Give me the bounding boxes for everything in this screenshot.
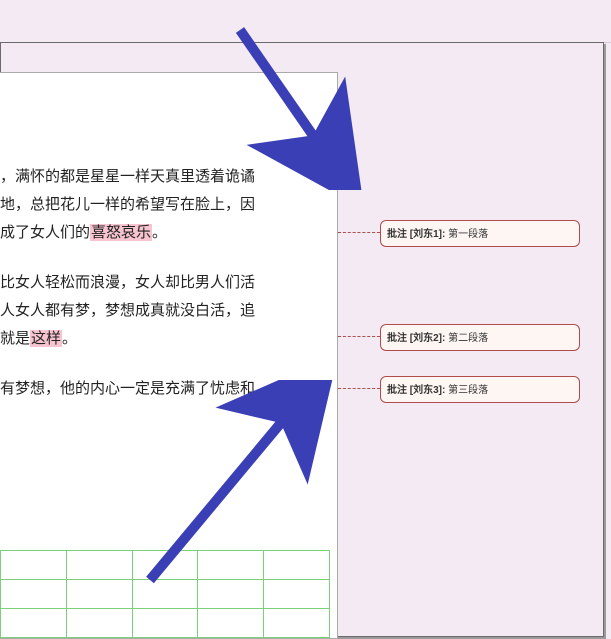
- comment-label: 批注 [刘东3]:: [387, 385, 445, 396]
- canvas: ，满怀的都是星星一样天真里透着诡谲 地，总把花儿一样的希望写在脸上，因 成了女人…: [0, 0, 611, 639]
- table-cell[interactable]: [264, 580, 330, 609]
- paragraph-2-line-3: 就是这样。: [0, 325, 328, 353]
- comment-text: 第二段落: [448, 333, 488, 344]
- table-cell[interactable]: [132, 580, 198, 609]
- document-page: ，满怀的都是星星一样天真里透着诡谲 地，总把花儿一样的希望写在脸上，因 成了女人…: [0, 72, 338, 639]
- p2-l3-b: 。: [62, 330, 77, 347]
- table-cell[interactable]: [264, 551, 330, 580]
- table-cell[interactable]: [132, 551, 198, 580]
- table-cell[interactable]: [132, 609, 198, 638]
- p1-l3-a: 成了女人们的: [0, 224, 90, 241]
- p2-l3-a: 就是: [0, 330, 30, 347]
- paragraph-2-line-1: 比女人轻松而浪漫，女人却比男人们活: [0, 269, 328, 297]
- paragraph-1-line-2: 地，总把花儿一样的希望写在脸上，因: [0, 191, 328, 219]
- p1-l3-b: 。: [152, 224, 167, 241]
- paragraph-1-line-3: 成了女人们的喜怒哀乐。: [0, 219, 328, 247]
- highlight-1[interactable]: 喜怒哀乐: [90, 224, 152, 241]
- top-margin: [0, 0, 611, 43]
- comment-label: 批注 [刘东2]:: [387, 333, 445, 344]
- table-cell[interactable]: [66, 609, 132, 638]
- comment-box-3[interactable]: 批注 [刘东3]: 第三段落: [380, 376, 580, 403]
- paragraph-2-line-2: 人女人都有梦，梦想成真就没白活，追: [0, 297, 328, 325]
- table-cell[interactable]: [198, 609, 264, 638]
- comment-leader-3: [338, 388, 380, 389]
- table-cell[interactable]: [66, 580, 132, 609]
- comment-text: 第三段落: [448, 385, 488, 396]
- comment-box-2[interactable]: 批注 [刘东2]: 第二段落: [380, 324, 580, 351]
- comment-text: 第一段落: [448, 229, 488, 240]
- paragraph-1-line-1: ，满怀的都是星星一样天真里透着诡谲: [0, 163, 328, 191]
- paragraph-3-line-1: 有梦想，他的内心一定是充满了忧虑和: [0, 375, 328, 403]
- comment-leader-1: [338, 232, 380, 233]
- highlight-2[interactable]: 这样: [30, 330, 62, 347]
- table-cell[interactable]: [1, 580, 67, 609]
- table-row: [1, 609, 330, 638]
- comments-pane: 批注 [刘东1]: 第一段落 批注 [刘东2]: 第二段落 批注 [刘东3]: …: [338, 72, 603, 639]
- comment-label: 批注 [刘东1]:: [387, 229, 445, 240]
- green-table: [0, 550, 330, 638]
- comment-box-1[interactable]: 批注 [刘东1]: 第一段落: [380, 220, 580, 247]
- table-cell[interactable]: [264, 609, 330, 638]
- table-row: [1, 551, 330, 580]
- table-row: [1, 580, 330, 609]
- table-cell[interactable]: [1, 609, 67, 638]
- table-cell[interactable]: [1, 551, 67, 580]
- table-cell[interactable]: [198, 551, 264, 580]
- table-cell[interactable]: [66, 551, 132, 580]
- table-cell[interactable]: [198, 580, 264, 609]
- comment-leader-2: [338, 336, 380, 337]
